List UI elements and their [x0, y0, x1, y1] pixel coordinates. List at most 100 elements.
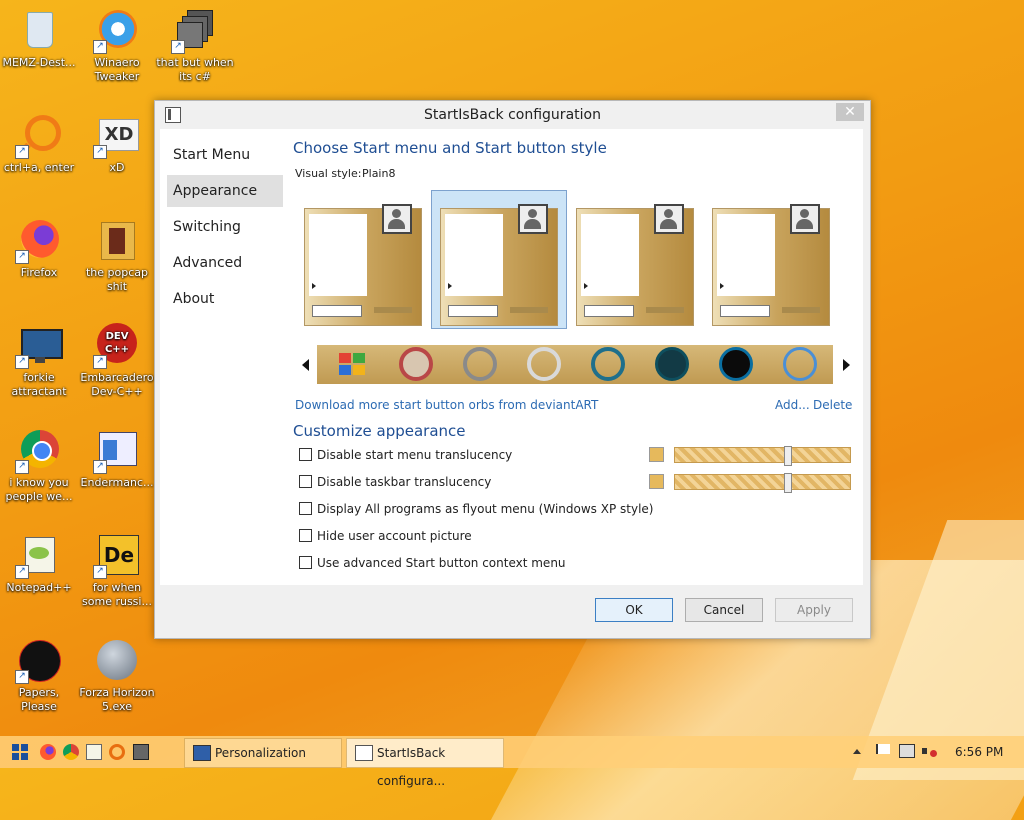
power-orb-gray-icon[interactable]: [463, 347, 497, 381]
power-orb-red-icon[interactable]: [399, 347, 433, 381]
papers-please-icon: ↗: [15, 638, 61, 684]
menu-preview: [304, 204, 422, 326]
taskbar-item-label: Personalization: [215, 746, 306, 760]
power-orb-silver-icon[interactable]: [527, 347, 561, 381]
menu-preview-bar: [510, 307, 548, 313]
power-orb-teal-icon[interactable]: [591, 347, 625, 381]
desktop-icon-label: Forza Horizon 5.exe: [79, 686, 155, 713]
chrome-taskbar-icon[interactable]: [63, 744, 79, 760]
close-button[interactable]: ✕: [836, 103, 864, 121]
checkbox[interactable]: [299, 556, 312, 569]
menu-color-swatch[interactable]: [649, 447, 664, 462]
visual-style-label: Visual style:: [295, 167, 362, 180]
windows-orb-icon[interactable]: [335, 347, 369, 381]
apply-button[interactable]: Apply: [775, 598, 853, 622]
option-flyout-all-programs[interactable]: Display All programs as flyout menu (Win…: [299, 502, 653, 518]
menu-preview: [576, 204, 694, 326]
user-avatar-icon: [790, 204, 820, 234]
notepad-taskbar-icon[interactable]: [86, 744, 102, 760]
desktop-icon-label: the popcap shit: [85, 266, 148, 293]
desktop-icon-label: Papers, Please: [18, 686, 60, 713]
user-avatar-icon: [518, 204, 548, 234]
magnifier-taskbar-icon[interactable]: [109, 744, 125, 760]
power-orb-darkteal-icon[interactable]: [655, 347, 689, 381]
checkbox[interactable]: [299, 529, 312, 542]
desktop-icon-ctrl-a-enter[interactable]: ↗ ctrl+a, enter: [0, 113, 78, 175]
desktop-icon-memz[interactable]: MEMZ-Dest...: [0, 8, 78, 70]
desktop-icon-devcpp[interactable]: DEV C++ ↗ Embarcadero Dev-C++: [78, 323, 156, 399]
power-orb-black-icon[interactable]: [719, 347, 753, 381]
desktop-icon-label: Firefox: [20, 266, 58, 279]
de-icon: De ↗: [93, 533, 139, 579]
checkbox[interactable]: [299, 502, 312, 515]
personalization-icon: [193, 745, 211, 761]
startisback-dialog: StartIsBack configuration ✕ Start Menu A…: [154, 100, 871, 639]
style-thumbnail-2[interactable]: [431, 190, 567, 329]
nav-item-about[interactable]: About: [167, 283, 283, 315]
flag-icon[interactable]: [876, 744, 890, 754]
menu-translucency-slider[interactable]: [674, 446, 851, 466]
power-orb-blue-icon[interactable]: [783, 347, 817, 381]
section-heading-style: Choose Start menu and Start button style: [293, 139, 607, 157]
desktop-icon-enderman[interactable]: ↗ Endermanc...: [78, 428, 156, 490]
start-button-icon[interactable]: [12, 744, 28, 760]
desktop-icon-chrome[interactable]: ↗ i know you people we...: [0, 428, 78, 504]
desktop-icon-winaero[interactable]: ↗ Winaero Tweaker: [78, 8, 156, 84]
taskbar-item-personalization[interactable]: Personalization: [184, 738, 342, 768]
title-bar[interactable]: StartIsBack configuration ✕: [155, 101, 870, 129]
style-thumbnail-1[interactable]: [304, 204, 422, 326]
tray-overflow-chevron-icon[interactable]: [853, 749, 861, 754]
ok-button[interactable]: OK: [595, 598, 673, 622]
style-thumbnail-4[interactable]: [712, 204, 830, 326]
start-orb-strip: [317, 345, 833, 384]
taskbar-item-startisback[interactable]: StartIsBack configura...: [346, 738, 504, 788]
desktop-icon-label: Endermanc...: [80, 476, 154, 489]
volume-muted-icon[interactable]: [922, 744, 937, 758]
desktop-icon-csharp[interactable]: ↗ that but when its c#: [156, 8, 234, 84]
desktop-icon-russian[interactable]: De ↗ for when some russi...: [78, 533, 156, 609]
desktop-icon-notepadpp[interactable]: ↗ Notepad++: [0, 533, 78, 595]
nav-item-start-menu[interactable]: Start Menu: [167, 139, 283, 171]
window-title: StartIsBack configuration: [424, 107, 601, 123]
add-orb-link[interactable]: Add...: [775, 398, 810, 412]
option-disable-taskbar-translucency[interactable]: Disable taskbar translucency: [299, 475, 491, 491]
desktop-icon-xd[interactable]: XD ↗ xD: [78, 113, 156, 175]
orb-scroll-right-icon[interactable]: [843, 359, 850, 371]
menu-preview-bar: [374, 307, 412, 313]
nav-item-advanced[interactable]: Advanced: [167, 247, 283, 279]
taskbar-color-swatch[interactable]: [649, 474, 664, 489]
network-icon[interactable]: [899, 744, 915, 758]
nav-item-switching[interactable]: Switching: [167, 211, 283, 243]
taskbar-translucency-slider[interactable]: [674, 473, 851, 493]
option-disable-menu-translucency[interactable]: Disable start menu translucency: [299, 448, 512, 464]
taskbar-clock[interactable]: 6:56 PM: [955, 745, 1003, 759]
desktop-icon-label: Embarcadero Dev-C++: [80, 371, 154, 398]
cancel-button[interactable]: Cancel: [685, 598, 763, 622]
user-avatar-icon: [654, 204, 684, 234]
menu-preview-pane: [445, 214, 503, 296]
slider-thumb[interactable]: [784, 473, 792, 493]
desktop-icon-forkie[interactable]: ↗ forkie attractant: [0, 323, 78, 399]
orb-scroll-left-icon[interactable]: [302, 359, 309, 371]
option-advanced-context-menu[interactable]: Use advanced Start button context menu: [299, 556, 566, 572]
windows-stack-taskbar-icon[interactable]: [133, 744, 149, 760]
option-hide-account-picture[interactable]: Hide user account picture: [299, 529, 472, 545]
nav-item-appearance[interactable]: Appearance: [167, 175, 283, 207]
desktop-icon-popcap[interactable]: the popcap shit: [78, 218, 156, 294]
desktop-icon-forza[interactable]: Forza Horizon 5.exe: [78, 638, 156, 714]
menu-preview-bar: [782, 307, 820, 313]
style-thumbnail-3[interactable]: [576, 204, 694, 326]
menu-preview-bar: [646, 307, 684, 313]
firefox-taskbar-icon[interactable]: [40, 744, 56, 760]
desktop-icon-firefox[interactable]: ↗ Firefox: [0, 218, 78, 280]
desktop-icon-label: for when some russi...: [82, 581, 152, 608]
slider-thumb[interactable]: [784, 446, 792, 466]
desktop-icon-label: ctrl+a, enter: [3, 161, 75, 174]
appearance-pane: Choose Start menu and Start button style…: [293, 129, 863, 585]
checkbox[interactable]: [299, 475, 312, 488]
delete-orb-link[interactable]: Delete: [813, 398, 852, 412]
desktop-icon-papers-please[interactable]: ↗ Papers, Please: [0, 638, 78, 714]
mouse-cursor: [310, 366, 317, 381]
download-orbs-link[interactable]: Download more start button orbs from dev…: [295, 398, 598, 412]
checkbox[interactable]: [299, 448, 312, 461]
